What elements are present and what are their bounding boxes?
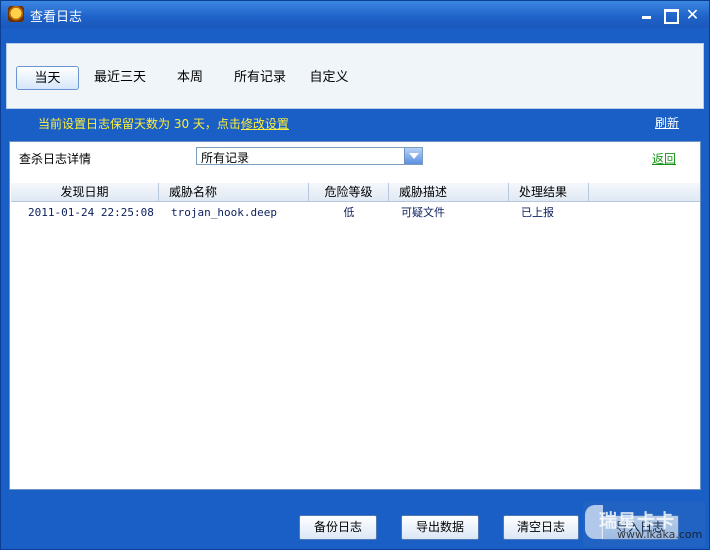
tab-custom[interactable]: 自定义 [303, 66, 355, 90]
export-data-button[interactable]: 导出数据 [401, 515, 479, 540]
record-filter-select[interactable]: 所有记录 [196, 147, 423, 165]
cell-threat-name: trojan_hook.deep [171, 206, 277, 219]
column-header-date[interactable]: 发现日期 [11, 183, 159, 202]
cell-result: 已上报 [521, 206, 554, 219]
filter-label: 查杀日志详情 [19, 152, 92, 166]
column-header-threat-name[interactable]: 威胁名称 [159, 183, 309, 202]
backup-log-button[interactable]: 备份日志 [299, 515, 377, 540]
watermark: 瑞星卡卡 www.ikaka.com [583, 501, 705, 547]
tab-today[interactable]: 当天 [16, 66, 79, 90]
cell-date: 2011-01-24 22:25:08 [28, 206, 154, 219]
title-bar[interactable]: 查看日志 ✕ [1, 1, 709, 28]
minimize-icon[interactable] [638, 6, 655, 23]
table-header: 发现日期 威胁名称 危险等级 威胁描述 处理结果 [11, 183, 700, 202]
tab-all-records[interactable]: 所有记录 [227, 66, 293, 90]
column-header-risk-level[interactable]: 危险等级 [309, 183, 389, 202]
retention-text: 当前设置日志保留天数为 30 天，点击 [38, 117, 241, 131]
log-viewer-window: 查看日志 ✕ 当天 最近三天 本周 所有记录 自定义 当前设置日志保留天数为 3… [0, 0, 710, 550]
modify-settings-link[interactable]: 修改设置 [241, 117, 289, 131]
clear-log-button[interactable]: 清空日志 [503, 515, 579, 540]
cell-risk-level: 低 [343, 206, 355, 219]
log-details-panel: 查杀日志详情 所有记录 返回 发现日期 威胁名称 危险等级 威胁描述 处理结果 … [9, 141, 701, 490]
back-link[interactable]: 返回 [652, 150, 676, 167]
tab-last-three-days[interactable]: 最近三天 [87, 66, 153, 90]
app-shield-icon [8, 6, 24, 22]
cell-description: 可疑文件 [401, 206, 445, 219]
retention-info: 当前设置日志保留天数为 30 天，点击修改设置 [38, 115, 289, 132]
watermark-url: www.ikaka.com [617, 528, 703, 541]
table-row[interactable]: 2011-01-24 22:25:08 trojan_hook.deep 低 可… [11, 204, 700, 222]
window-title: 查看日志 [30, 10, 83, 25]
maximize-icon[interactable] [661, 6, 679, 24]
chevron-down-icon[interactable] [404, 148, 422, 164]
close-icon[interactable]: ✕ [684, 6, 701, 23]
record-filter-value: 所有记录 [201, 151, 250, 165]
column-header-result[interactable]: 处理结果 [509, 183, 589, 202]
date-range-tabs: 当天 最近三天 本周 所有记录 自定义 [6, 43, 704, 109]
column-header-description[interactable]: 威胁描述 [389, 183, 509, 202]
refresh-link[interactable]: 刷新 [655, 114, 679, 131]
tab-this-week[interactable]: 本周 [168, 66, 212, 90]
